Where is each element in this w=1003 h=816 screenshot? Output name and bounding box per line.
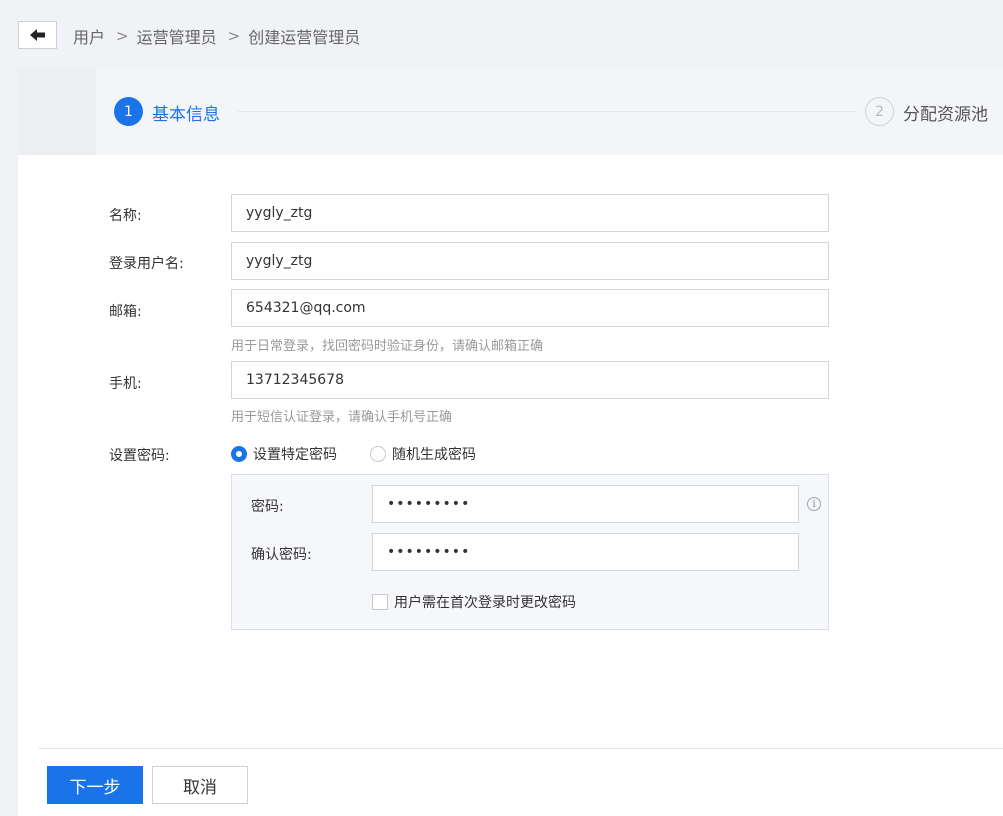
breadcrumb-item-users[interactable]: 用户 <box>73 24 105 48</box>
radio-specific-password-label: 设置特定密码 <box>253 447 337 463</box>
checkbox-unchecked-icon <box>372 594 388 610</box>
back-button[interactable] <box>18 21 57 49</box>
breadcrumb-item-operation-admins[interactable]: 运营管理员 <box>137 24 217 48</box>
force-change-label: 用户需在首次登录时更改密码 <box>394 595 576 611</box>
email-hint: 用于日常登录，找回密码时验证身份，请确认邮箱正确 <box>231 339 544 354</box>
step-2-number: 2 <box>865 97 894 126</box>
password-input[interactable]: ••••••••• <box>372 485 799 523</box>
radio-specific-password[interactable]: 设置特定密码 <box>231 444 337 464</box>
password-label: 密码: <box>251 499 284 515</box>
email-input[interactable]: 654321@qq.com <box>231 289 829 327</box>
force-change-checkbox[interactable]: 用户需在首次登录时更改密码 <box>372 592 576 612</box>
steps-bar: 1 基本信息 2 分配资源池 <box>18 69 1003 155</box>
breadcrumb-separator: > <box>116 27 129 45</box>
step-1-label: 基本信息 <box>152 105 220 125</box>
password-mode-label: 设置密码: <box>109 448 170 464</box>
username-input[interactable]: yygly_ztg <box>231 242 829 280</box>
username-label: 登录用户名: <box>109 256 184 272</box>
arrow-left-icon <box>29 29 45 41</box>
phone-input[interactable]: 13712345678 <box>231 361 829 399</box>
step-1-number: 1 <box>114 97 143 126</box>
info-icon[interactable]: i <box>807 497 821 511</box>
confirm-password-input[interactable]: ••••••••• <box>372 533 799 571</box>
email-label: 邮箱: <box>109 304 142 320</box>
name-input[interactable]: yygly_ztg <box>231 194 829 232</box>
confirm-password-label: 确认密码: <box>251 547 312 563</box>
name-label: 名称: <box>109 208 142 224</box>
step-2-label: 分配资源池 <box>903 105 988 125</box>
phone-hint: 用于短信认证登录，请确认手机号正确 <box>231 410 453 425</box>
radio-random-password[interactable]: 随机生成密码 <box>370 444 476 464</box>
next-button[interactable]: 下一步 <box>47 766 143 804</box>
radio-unchecked-icon <box>370 446 386 462</box>
step-connector <box>238 111 855 112</box>
breadcrumb: 用户 > 运营管理员 > 创建运营管理员 <box>73 24 360 48</box>
form-panel: 1 基本信息 2 分配资源池 名称: yygly_ztg 登录用户名: yygl… <box>18 69 1003 816</box>
phone-label: 手机: <box>109 376 142 392</box>
radio-random-password-label: 随机生成密码 <box>392 447 476 463</box>
breadcrumb-separator: > <box>227 27 241 45</box>
cancel-button[interactable]: 取消 <box>152 766 248 804</box>
radio-checked-icon <box>231 446 247 462</box>
steps-bar-left-block <box>18 69 96 155</box>
footer-divider <box>38 748 1003 749</box>
breadcrumb-item-create: 创建运营管理员 <box>248 28 361 47</box>
top-bar: 用户 > 运营管理员 > 创建运营管理员 <box>0 0 1003 68</box>
